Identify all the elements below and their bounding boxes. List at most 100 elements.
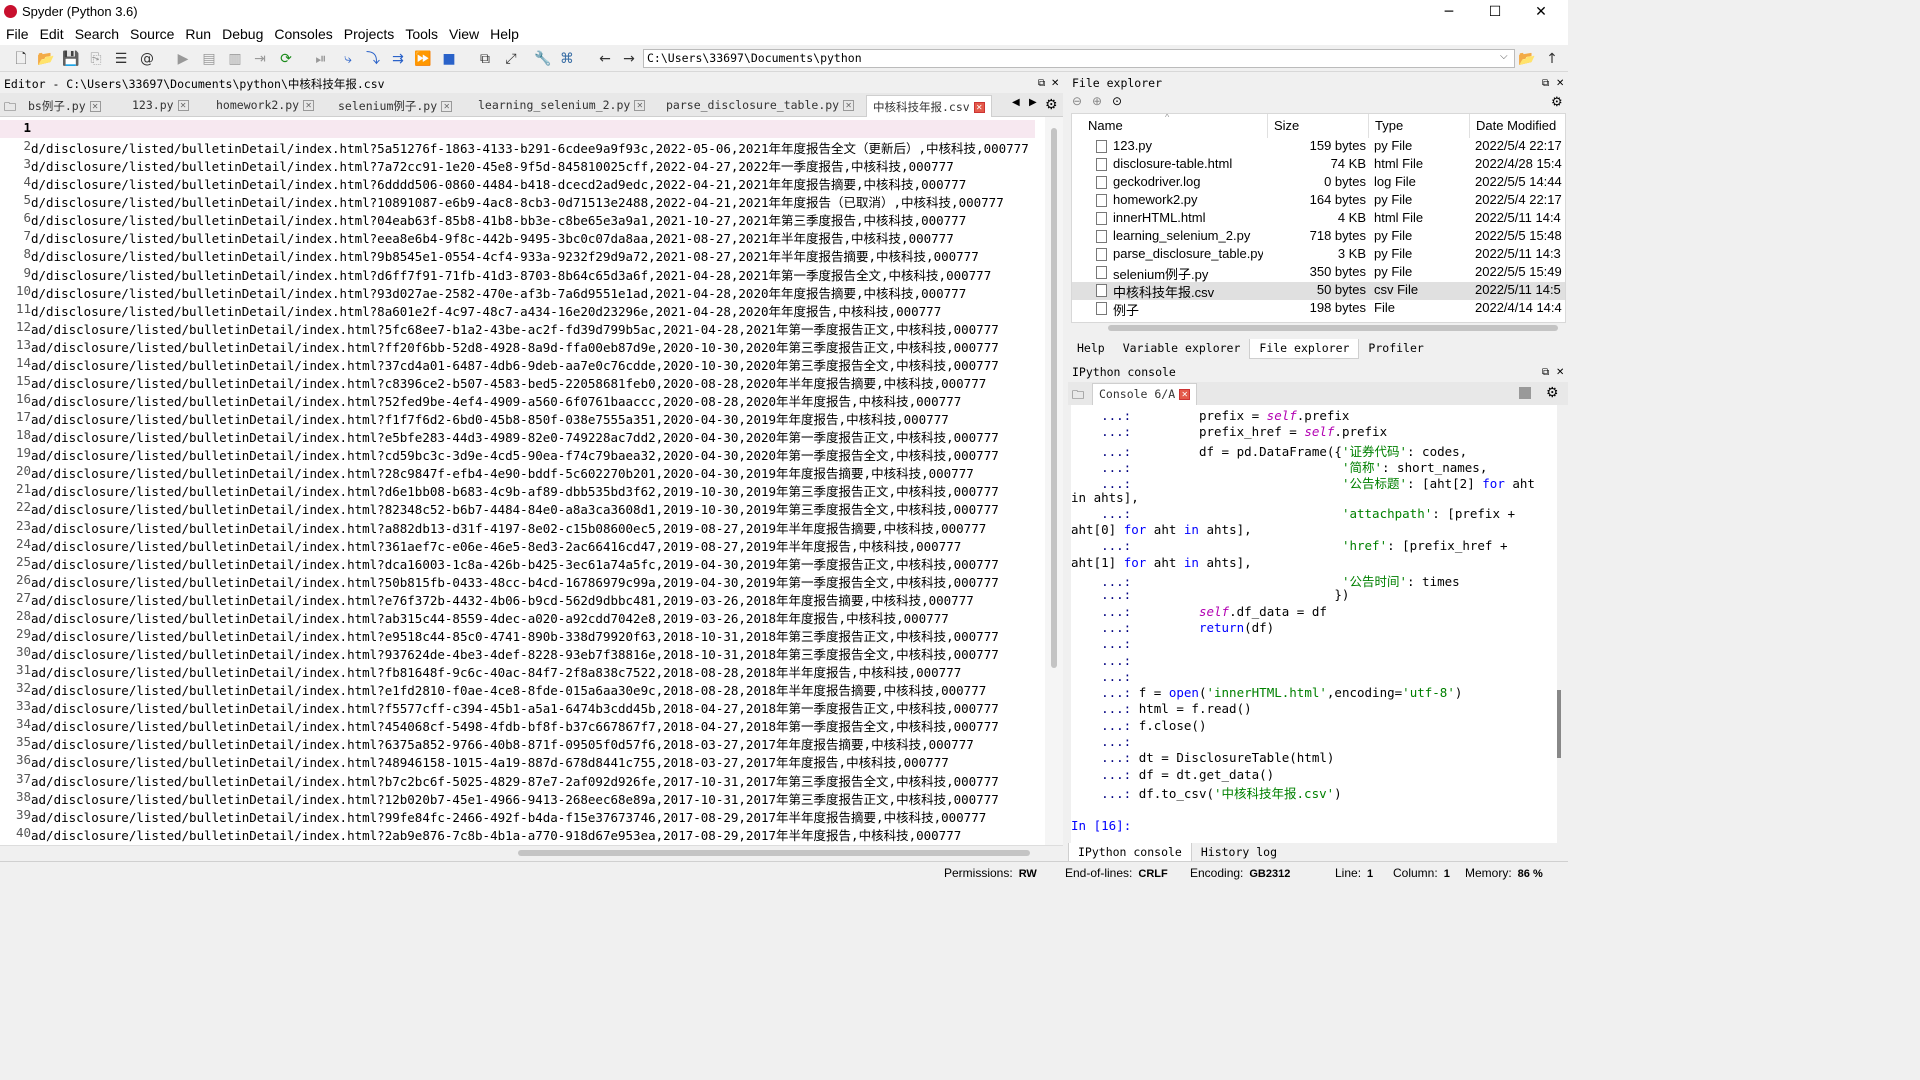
working-directory-input[interactable]: C:\Users\33697\Documents\python bbox=[643, 49, 1515, 68]
console-browse-icon[interactable]: 🗀 bbox=[1072, 386, 1084, 407]
code-line[interactable]: ad/disclosure/listed/bulletinDetail/inde… bbox=[31, 445, 999, 464]
new-file-icon[interactable]: 🗋 bbox=[12, 50, 30, 68]
chevron-down-icon[interactable]: ⌵ bbox=[1500, 51, 1508, 62]
editor-scroll-thumb[interactable] bbox=[1051, 128, 1057, 668]
code-line[interactable]: ad/disclosure/listed/bulletinDetail/inde… bbox=[31, 680, 986, 699]
code-line[interactable]: ad/disclosure/listed/bulletinDetail/inde… bbox=[31, 554, 999, 573]
code-line[interactable]: d/disclosure/listed/bulletinDetail/index… bbox=[31, 246, 979, 265]
close-tab-icon[interactable]: ✕ bbox=[177, 100, 189, 111]
tab-console-6a[interactable]: Console 6/A ✕ bbox=[1092, 383, 1198, 405]
console-scroll-thumb[interactable] bbox=[1557, 690, 1561, 758]
minimize-icon[interactable]: ─ bbox=[1426, 0, 1472, 25]
code-line[interactable]: ad/disclosure/listed/bulletinDetail/inde… bbox=[31, 734, 974, 753]
code-line[interactable]: ad/disclosure/listed/bulletinDetail/inde… bbox=[31, 481, 999, 500]
open-file-icon[interactable]: 📂 bbox=[37, 50, 55, 68]
code-line[interactable]: ad/disclosure/listed/bulletinDetail/inde… bbox=[31, 319, 999, 338]
undock-icon[interactable]: ⧉ bbox=[1542, 78, 1549, 89]
close-tab-icon[interactable]: ✕ bbox=[441, 101, 453, 112]
run-cell-icon[interactable]: ▤ bbox=[200, 50, 218, 68]
tab-profiler[interactable]: Profiler bbox=[1359, 339, 1432, 359]
close-tab-icon[interactable]: ✕ bbox=[843, 100, 855, 111]
close-pane-icon[interactable]: ✕ bbox=[1556, 367, 1564, 378]
menu-tools[interactable]: Tools bbox=[399, 25, 443, 42]
code-line[interactable]: d/disclosure/listed/bulletinDetail/index… bbox=[31, 265, 991, 284]
close-tab-icon[interactable]: ✕ bbox=[973, 102, 985, 113]
undock-icon[interactable]: ⧉ bbox=[1038, 78, 1045, 89]
file-row[interactable]: selenium例子.py 350 bytes py File 2022/5/5 15… bbox=[1072, 264, 1565, 282]
code-line[interactable]: ad/disclosure/listed/bulletinDetail/inde… bbox=[31, 463, 974, 482]
nav-back-icon[interactable]: ⊖ bbox=[1072, 94, 1082, 108]
menu-projects[interactable]: Projects bbox=[338, 25, 400, 42]
back-arrow-icon[interactable]: ← bbox=[596, 50, 614, 68]
editor-tab[interactable]: 中核科技年报.csv ✕ bbox=[866, 95, 992, 117]
close-tab-icon[interactable]: ✕ bbox=[1179, 389, 1191, 400]
code-line[interactable]: d/disclosure/listed/bulletinDetail/index… bbox=[31, 156, 954, 175]
close-tab-icon[interactable]: ✕ bbox=[89, 101, 101, 112]
code-line[interactable]: d/disclosure/listed/bulletinDetail/index… bbox=[31, 283, 966, 302]
run-selection-icon[interactable]: ⇥ bbox=[251, 50, 269, 68]
tab-ipython-console[interactable]: IPython console bbox=[1068, 843, 1192, 863]
code-line[interactable]: d/disclosure/listed/bulletinDetail/index… bbox=[31, 228, 954, 247]
stop-debug-icon[interactable]: ■ bbox=[440, 50, 458, 68]
tab-right-arrow-icon[interactable]: ▶ bbox=[1029, 97, 1037, 108]
code-line[interactable]: d/disclosure/listed/bulletinDetail/index… bbox=[31, 210, 966, 229]
code-line[interactable]: ad/disclosure/listed/bulletinDetail/inde… bbox=[31, 337, 999, 356]
editor-tab[interactable]: learning_selenium_2.py ✕ bbox=[472, 95, 651, 117]
maximize-pane-icon[interactable]: ⧉ bbox=[476, 50, 494, 68]
save-all-icon[interactable]: ⎘ bbox=[87, 50, 105, 68]
stop-kernel-icon[interactable] bbox=[1519, 387, 1531, 399]
code-text-area[interactable]: d/disclosure/listed/bulletinDetail/index… bbox=[0, 117, 1045, 845]
save-icon[interactable]: 💾 bbox=[62, 50, 80, 68]
close-icon[interactable]: ✕ bbox=[1518, 0, 1564, 25]
code-line[interactable]: d/disclosure/listed/bulletinDetail/index… bbox=[31, 301, 941, 320]
file-row[interactable]: homework2.py 164 bytes py File 2022/5/4 22:… bbox=[1072, 192, 1565, 210]
menu-source[interactable]: Source bbox=[124, 25, 179, 42]
close-pane-icon[interactable]: ✕ bbox=[1051, 78, 1059, 89]
code-line[interactable]: ad/disclosure/listed/bulletinDetail/inde… bbox=[31, 608, 949, 627]
options-gear-icon[interactable]: ⚙ bbox=[1045, 96, 1058, 113]
code-line[interactable]: ad/disclosure/listed/bulletinDetail/inde… bbox=[31, 355, 999, 374]
editor-hscroll-thumb[interactable] bbox=[518, 850, 1030, 856]
step-into-icon[interactable]: ⤵ bbox=[364, 50, 382, 68]
code-line[interactable]: ad/disclosure/listed/bulletinDetail/inde… bbox=[31, 373, 986, 392]
python-path-icon[interactable]: ⌘ bbox=[558, 50, 576, 68]
undock-icon[interactable]: ⧉ bbox=[1542, 367, 1549, 378]
menu-edit[interactable]: Edit bbox=[34, 25, 69, 42]
menu-run[interactable]: Run bbox=[179, 25, 216, 42]
rerun-icon[interactable]: ⟳ bbox=[277, 50, 295, 68]
code-line[interactable]: ad/disclosure/listed/bulletinDetail/inde… bbox=[31, 789, 999, 808]
menu-view[interactable]: View bbox=[443, 25, 484, 42]
fullscreen-icon[interactable]: ⤢ bbox=[502, 50, 520, 68]
file-row[interactable]: 例子 198 bytes File 2022/4/14 14:4 bbox=[1072, 300, 1565, 318]
options-gear-icon[interactable]: ⚙ bbox=[1546, 384, 1559, 401]
file-row[interactable]: disclosure-table.html 74 KB html File 2022/… bbox=[1072, 156, 1565, 174]
code-line[interactable]: ad/disclosure/listed/bulletinDetail/inde… bbox=[31, 536, 961, 555]
code-line[interactable]: ad/disclosure/listed/bulletinDetail/inde… bbox=[31, 716, 999, 735]
menu-debug[interactable]: Debug bbox=[216, 25, 268, 42]
file-row[interactable]: 123.py 159 bytes py File 2022/5/4 22:17 bbox=[1072, 138, 1565, 156]
browse-tabs-icon[interactable]: ☰ bbox=[112, 50, 130, 68]
tab-history-log[interactable]: History log bbox=[1192, 843, 1286, 863]
nav-forward-icon[interactable]: ⊕ bbox=[1092, 94, 1102, 108]
menu-search[interactable]: Search bbox=[69, 25, 124, 42]
tab-left-arrow-icon[interactable]: ◀ bbox=[1012, 97, 1020, 108]
debug-icon[interactable]: ⏯ bbox=[312, 50, 330, 68]
at-icon[interactable]: @ bbox=[138, 50, 156, 68]
menu-file[interactable]: File bbox=[0, 25, 34, 42]
nav-up-icon[interactable]: ⊙ bbox=[1112, 94, 1122, 108]
code-line[interactable]: d/disclosure/listed/bulletinDetail/index… bbox=[31, 192, 1004, 211]
maximize-icon[interactable]: ☐ bbox=[1472, 0, 1518, 25]
tab-file-explorer[interactable]: File explorer bbox=[1249, 339, 1360, 359]
code-line[interactable]: ad/disclosure/listed/bulletinDetail/inde… bbox=[31, 391, 961, 410]
run-cell-advance-icon[interactable]: ▥ bbox=[226, 50, 244, 68]
code-line[interactable]: ad/disclosure/listed/bulletinDetail/inde… bbox=[31, 409, 949, 428]
code-line[interactable]: ad/disclosure/listed/bulletinDetail/inde… bbox=[31, 427, 999, 446]
code-line[interactable]: ad/disclosure/listed/bulletinDetail/inde… bbox=[31, 698, 999, 717]
options-gear-icon[interactable]: ⚙ bbox=[1551, 94, 1563, 110]
file-row[interactable]: learning_selenium_2.py 718 bytes py File 20… bbox=[1072, 228, 1565, 246]
code-line[interactable]: ad/disclosure/listed/bulletinDetail/inde… bbox=[31, 807, 986, 826]
file-row[interactable]: geckodriver.log 0 bytes log File 2022/5/5 1… bbox=[1072, 174, 1565, 192]
ipython-console-output[interactable]: ...: prefix = self.prefix ...: prefix_hr… bbox=[1071, 405, 1557, 843]
code-editor[interactable]: 1 2 3 4 5 6 7 8 9 10 11 12 13 14 15 16 17 18 19 20 21 22 23 24 2… bbox=[0, 117, 1045, 845]
code-line[interactable]: ad/disclosure/listed/bulletinDetail/inde… bbox=[31, 626, 999, 645]
